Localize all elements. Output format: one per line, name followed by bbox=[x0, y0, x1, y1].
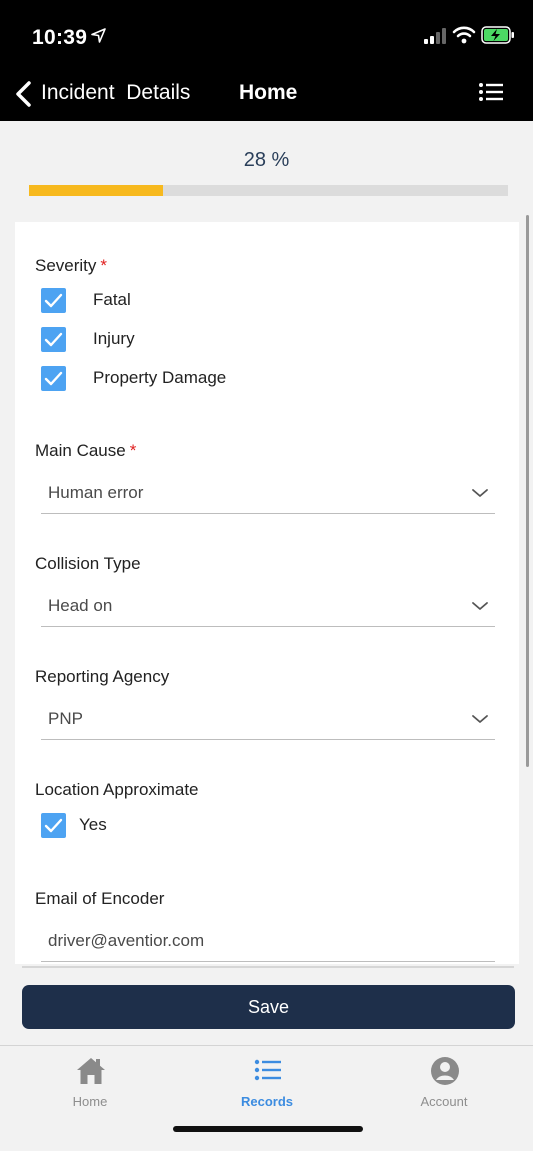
tab-home[interactable]: Home bbox=[30, 1056, 150, 1116]
select-value: Human error bbox=[48, 483, 144, 502]
footer-divider bbox=[22, 966, 514, 968]
checkbox-checked[interactable] bbox=[41, 288, 66, 313]
location-approximate-option-yes[interactable]: Yes bbox=[41, 813, 341, 839]
location-arrow-icon bbox=[91, 28, 106, 43]
list-icon bbox=[254, 1059, 281, 1081]
checkbox-checked[interactable] bbox=[41, 366, 66, 391]
list-menu-icon[interactable] bbox=[478, 81, 504, 103]
checkmark-icon bbox=[44, 371, 63, 386]
status-time: 10:39 bbox=[32, 26, 88, 49]
option-label: Yes bbox=[79, 815, 107, 834]
main-cause-select[interactable]: Human error bbox=[41, 474, 495, 514]
house-icon bbox=[77, 1058, 105, 1084]
email-of-encoder-label: Email of Encoder bbox=[35, 889, 165, 908]
option-label: Property Damage bbox=[93, 368, 227, 387]
reporting-agency-select[interactable]: PNP bbox=[41, 700, 495, 740]
incident-form: Severity * Fatal Injury Property Damage M… bbox=[15, 222, 519, 964]
tab-bar: Home Records Account bbox=[0, 1045, 533, 1151]
progress-bar-fill bbox=[29, 185, 164, 196]
progress-bar bbox=[29, 185, 508, 196]
chevron-down-icon bbox=[472, 489, 488, 497]
severity-label: Severity * bbox=[35, 256, 108, 275]
back-button-label[interactable]: Incident Details bbox=[41, 81, 190, 105]
save-button[interactable]: Save bbox=[22, 985, 515, 1029]
tab-account[interactable]: Account bbox=[384, 1056, 504, 1116]
main-cause-label: Main Cause * bbox=[35, 441, 137, 460]
checkmark-icon bbox=[44, 293, 63, 308]
cellular-signal-icon bbox=[424, 28, 446, 44]
input-value: driver@aventior.com bbox=[48, 931, 205, 950]
progress-percent-label: 28 % bbox=[243, 149, 290, 171]
tab-records[interactable]: Records bbox=[207, 1056, 327, 1116]
checkbox-checked[interactable] bbox=[41, 813, 66, 838]
checkmark-icon bbox=[44, 818, 63, 833]
option-label: Fatal bbox=[93, 290, 131, 309]
severity-option-injury[interactable]: Injury bbox=[41, 327, 341, 353]
checkbox-checked[interactable] bbox=[41, 327, 66, 352]
battery-charging-icon bbox=[481, 26, 514, 44]
location-approximate-label: Location Approximate bbox=[35, 780, 199, 799]
wifi-icon bbox=[452, 26, 476, 44]
page-title: Home bbox=[239, 81, 298, 104]
email-of-encoder-input[interactable]: driver@aventior.com bbox=[41, 922, 495, 962]
tab-label: Home bbox=[72, 1094, 108, 1109]
back-chevron-icon[interactable] bbox=[12, 80, 34, 108]
tab-label: Records bbox=[240, 1094, 294, 1109]
progress-section: 28 % bbox=[0, 121, 533, 216]
chevron-down-icon bbox=[472, 715, 488, 723]
reporting-agency-label: Reporting Agency bbox=[35, 667, 170, 686]
person-icon bbox=[431, 1057, 459, 1085]
checkmark-icon bbox=[44, 332, 63, 347]
option-label: Injury bbox=[93, 329, 135, 348]
collision-type-label: Collision Type bbox=[35, 554, 141, 573]
select-value: Head on bbox=[48, 596, 113, 615]
navigation-bar: Incident Details Home bbox=[0, 68, 533, 121]
collision-type-select[interactable]: Head on bbox=[41, 587, 495, 627]
severity-option-fatal[interactable]: Fatal bbox=[41, 288, 341, 314]
required-marker: * bbox=[100, 256, 108, 275]
select-value: PNP bbox=[48, 709, 83, 728]
required-marker: * bbox=[129, 441, 137, 460]
severity-option-property-damage[interactable]: Property Damage bbox=[41, 366, 341, 392]
form-scrollbar[interactable] bbox=[526, 215, 529, 767]
status-bar: 10:39 bbox=[0, 0, 533, 68]
home-indicator bbox=[173, 1126, 363, 1132]
tab-label: Account bbox=[420, 1094, 468, 1109]
chevron-down-icon bbox=[472, 602, 488, 610]
